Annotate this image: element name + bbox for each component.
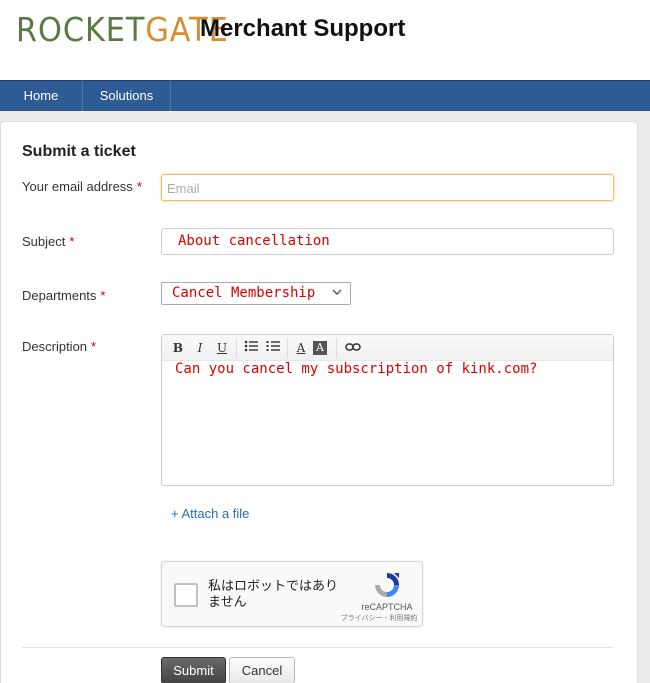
- email-label-text: Your email address: [22, 179, 133, 194]
- recaptcha-label: 私はロボットではありません: [208, 579, 339, 610]
- email-label: Your email address *: [22, 179, 142, 194]
- description-label-text: Description: [22, 339, 88, 354]
- departments-label-text: Departments: [22, 288, 97, 303]
- bullet-list-icon: [244, 340, 258, 352]
- cancel-button[interactable]: Cancel: [229, 657, 295, 683]
- recaptcha-privacy-terms[interactable]: プライバシー - 利用規約: [334, 613, 424, 623]
- required-mark: *: [69, 234, 75, 249]
- required-mark: *: [136, 179, 142, 194]
- nav-home[interactable]: Home: [0, 81, 83, 111]
- toolbar-separator: [236, 338, 237, 358]
- required-mark: *: [91, 339, 97, 354]
- underline-button[interactable]: U: [212, 339, 232, 357]
- chevron-down-icon: [331, 286, 343, 301]
- site-header: ROCKETGATE Merchant Support: [0, 0, 650, 80]
- text-color-button[interactable]: A: [291, 339, 311, 357]
- bold-button[interactable]: B: [168, 339, 188, 357]
- italic-button[interactable]: I: [190, 339, 210, 357]
- required-mark: *: [100, 288, 106, 303]
- nav-solutions[interactable]: Solutions: [83, 81, 171, 111]
- description-editor[interactable]: B I U A A Can you cancel my subscription…: [161, 334, 614, 486]
- attach-file-link[interactable]: + Attach a file: [171, 506, 249, 521]
- link-icon: [345, 343, 361, 351]
- rocketgate-logo[interactable]: ROCKETGATE: [16, 10, 229, 49]
- site-title: Merchant Support: [200, 15, 406, 42]
- toolbar-separator: [336, 338, 337, 358]
- link-button[interactable]: [343, 339, 363, 357]
- subject-label: Subject *: [22, 234, 74, 249]
- recaptcha-widget: 私はロボットではありません reCAPTCHA プライバシー - 利用規約: [161, 561, 423, 627]
- toolbar-separator: [287, 338, 288, 358]
- logo-rocket-text: ROCKET: [16, 10, 146, 49]
- recaptcha-brand: reCAPTCHA: [361, 602, 413, 612]
- subject-label-text: Subject: [22, 234, 66, 249]
- departments-label: Departments *: [22, 288, 105, 303]
- form-divider: [22, 647, 613, 648]
- bullet-list-button[interactable]: [241, 339, 261, 357]
- subject-value: About cancellation: [178, 233, 330, 249]
- description-text: Can you cancel my subscription of kink.c…: [175, 361, 538, 377]
- numbered-list-button[interactable]: [263, 339, 283, 357]
- recaptcha-checkbox[interactable]: [174, 583, 198, 607]
- email-field[interactable]: Email: [161, 174, 614, 201]
- page-title: Submit a ticket: [22, 143, 136, 160]
- description-label: Description *: [22, 339, 96, 354]
- main-nav: Home Solutions: [0, 80, 650, 111]
- subject-field[interactable]: About cancellation: [161, 228, 614, 255]
- email-placeholder: Email: [167, 181, 200, 196]
- recaptcha-icon: [372, 570, 402, 600]
- submit-button[interactable]: Submit: [161, 657, 226, 683]
- departments-selected: Cancel Membership: [172, 285, 316, 301]
- departments-select[interactable]: Cancel Membership: [161, 282, 351, 305]
- numbered-list-icon: [266, 341, 280, 351]
- editor-toolbar: B I U A A: [162, 335, 613, 361]
- background-color-button[interactable]: A: [313, 341, 327, 355]
